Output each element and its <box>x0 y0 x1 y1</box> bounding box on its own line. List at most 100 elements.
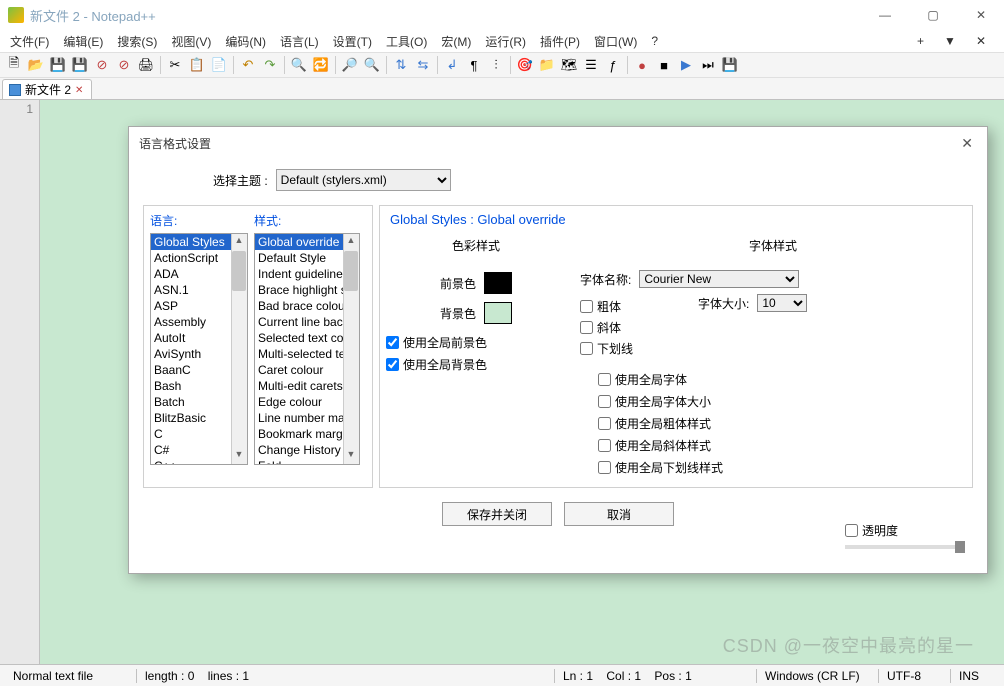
redo-icon[interactable]: ↷ <box>260 55 280 75</box>
wordwrap-icon[interactable]: ↲ <box>442 55 462 75</box>
undo-icon[interactable]: ↶ <box>238 55 258 75</box>
menubar: 文件(F) 编辑(E) 搜索(S) 视图(V) 编码(N) 语言(L) 设置(T… <box>0 30 1004 52</box>
close-file-icon[interactable]: ⊘ <box>92 55 112 75</box>
statusbar: Normal text file length : 0 lines : 1 Ln… <box>0 664 1004 686</box>
menu-view[interactable]: 视图(V) <box>165 31 217 52</box>
status-encoding[interactable]: UTF-8 <box>878 669 948 683</box>
new-file-icon[interactable]: 🗎 <box>4 55 24 75</box>
doc-map-icon[interactable]: 🗺 <box>559 55 579 75</box>
scroll-down-icon[interactable]: ▼ <box>233 449 245 463</box>
close-button[interactable]: ✕ <box>966 0 996 30</box>
play-icon[interactable]: ▶ <box>676 55 696 75</box>
cancel-button[interactable]: 取消 <box>564 502 674 526</box>
stop-icon[interactable]: ■ <box>654 55 674 75</box>
menu-tools[interactable]: 工具(O) <box>380 31 433 52</box>
print-icon[interactable]: 🖨 <box>136 55 156 75</box>
dialog-title: 语言格式设置 <box>139 135 957 152</box>
bold-checkbox[interactable]: 粗体 <box>580 298 690 315</box>
close-all-icon[interactable]: ⊘ <box>114 55 134 75</box>
fg-swatch[interactable] <box>484 272 512 294</box>
minimize-button[interactable]: — <box>870 0 900 30</box>
font-group-label: 字体样式 <box>580 237 966 264</box>
use-global-underline[interactable]: 使用全局下划线样式 <box>598 459 966 476</box>
use-global-fg[interactable]: 使用全局前景色 <box>386 334 566 351</box>
font-size-label: 字体大小: <box>698 295 749 312</box>
document-icon <box>9 84 21 96</box>
zoom-in-icon[interactable]: 🔎 <box>340 55 360 75</box>
menu-macro[interactable]: 宏(M) <box>435 31 477 52</box>
use-global-bg[interactable]: 使用全局背景色 <box>386 356 566 373</box>
menu-settings[interactable]: 设置(T) <box>327 31 378 52</box>
use-global-size[interactable]: 使用全局字体大小 <box>598 393 966 410</box>
save-macro-icon[interactable]: 💾 <box>720 55 740 75</box>
style-listbox[interactable]: Global overrideDefault StyleIndent guide… <box>254 233 360 465</box>
scroll-up-icon[interactable]: ▲ <box>233 235 245 249</box>
dialog-close-icon[interactable]: ✕ <box>957 131 977 156</box>
sync-v-icon[interactable]: ⇅ <box>391 55 411 75</box>
menu-language[interactable]: 语言(L) <box>274 31 325 52</box>
tab-active[interactable]: 新文件 2 ✕ <box>2 79 92 99</box>
font-size-select[interactable]: 10 <box>757 294 807 312</box>
tab-close-icon[interactable]: ✕ <box>75 85 85 95</box>
paste-icon[interactable]: 📄 <box>209 55 229 75</box>
menu-plugins[interactable]: 插件(P) <box>534 31 586 52</box>
menu-file[interactable]: 文件(F) <box>4 31 55 52</box>
doc-list-icon[interactable]: ☰ <box>581 55 601 75</box>
bg-swatch[interactable] <box>484 302 512 324</box>
italic-checkbox[interactable]: 斜体 <box>580 319 690 336</box>
status-ins[interactable]: INS <box>950 669 1000 683</box>
status-filetype: Normal text file <box>4 669 134 683</box>
maximize-button[interactable]: ▢ <box>918 0 948 30</box>
underline-checkbox[interactable]: 下划线 <box>580 340 690 357</box>
theme-select[interactable]: Default (stylers.xml) <box>276 169 451 191</box>
transparency-checkbox[interactable]: 透明度 <box>845 522 965 539</box>
sync-h-icon[interactable]: ⇆ <box>413 55 433 75</box>
language-listbox[interactable]: Global StylesActionScriptADAASN.1ASPAsse… <box>150 233 248 465</box>
find-icon[interactable]: 🔍 <box>289 55 309 75</box>
use-global-font[interactable]: 使用全局字体 <box>598 371 966 388</box>
scrollbar[interactable]: ▲ ▼ <box>343 234 359 464</box>
menu-run[interactable]: 运行(R) <box>479 31 532 52</box>
menu-dropdown-icon[interactable]: ▼ <box>938 32 962 50</box>
font-name-select[interactable]: Courier New <box>639 270 799 288</box>
lang-icon[interactable]: 🎯 <box>515 55 535 75</box>
menu-help[interactable]: ? <box>645 32 664 50</box>
save-all-icon[interactable]: 💾 <box>70 55 90 75</box>
use-global-bold[interactable]: 使用全局粗体样式 <box>598 415 966 432</box>
use-global-italic[interactable]: 使用全局斜体样式 <box>598 437 966 454</box>
menu-window[interactable]: 窗口(W) <box>588 31 643 52</box>
func-list-icon[interactable]: ƒ <box>603 55 623 75</box>
font-name-label: 字体名称: <box>580 271 631 288</box>
menu-encoding[interactable]: 编码(N) <box>219 31 272 52</box>
menu-search[interactable]: 搜索(S) <box>111 31 163 52</box>
tabbar: 新文件 2 ✕ <box>0 78 1004 100</box>
save-close-button[interactable]: 保存并关闭 <box>442 502 552 526</box>
dialog-titlebar[interactable]: 语言格式设置 ✕ <box>129 127 987 159</box>
window-title: 新文件 2 - Notepad++ <box>30 6 870 25</box>
titlebar: 新文件 2 - Notepad++ — ▢ ✕ <box>0 0 1004 30</box>
status-eol[interactable]: Windows (CR LF) <box>756 669 876 683</box>
folder-icon[interactable]: 📁 <box>537 55 557 75</box>
scroll-down-icon[interactable]: ▼ <box>345 449 357 463</box>
left-panel: 语言: Global StylesActionScriptADAASN.1ASP… <box>143 205 373 488</box>
playback-icon[interactable]: ⏭ <box>698 55 718 75</box>
open-file-icon[interactable]: 📂 <box>26 55 46 75</box>
scroll-thumb[interactable] <box>344 251 358 291</box>
show-all-icon[interactable]: ¶ <box>464 55 484 75</box>
menu-plus-icon[interactable]: + <box>911 32 930 50</box>
line-gutter: 1 <box>0 100 40 664</box>
transparency-slider[interactable] <box>845 545 965 549</box>
scroll-up-icon[interactable]: ▲ <box>345 235 357 249</box>
copy-icon[interactable]: 📋 <box>187 55 207 75</box>
scroll-thumb[interactable] <box>232 251 246 291</box>
save-icon[interactable]: 💾 <box>48 55 68 75</box>
indent-guide-icon[interactable]: ⫶ <box>486 55 506 75</box>
cut-icon[interactable]: ✂ <box>165 55 185 75</box>
menu-close-icon[interactable]: ✕ <box>970 32 992 50</box>
scrollbar[interactable]: ▲ ▼ <box>231 234 247 464</box>
record-icon[interactable]: ● <box>632 55 652 75</box>
bg-label: 背景色 <box>440 305 476 322</box>
zoom-out-icon[interactable]: 🔍 <box>362 55 382 75</box>
menu-edit[interactable]: 编辑(E) <box>57 31 109 52</box>
replace-icon[interactable]: 🔁 <box>311 55 331 75</box>
